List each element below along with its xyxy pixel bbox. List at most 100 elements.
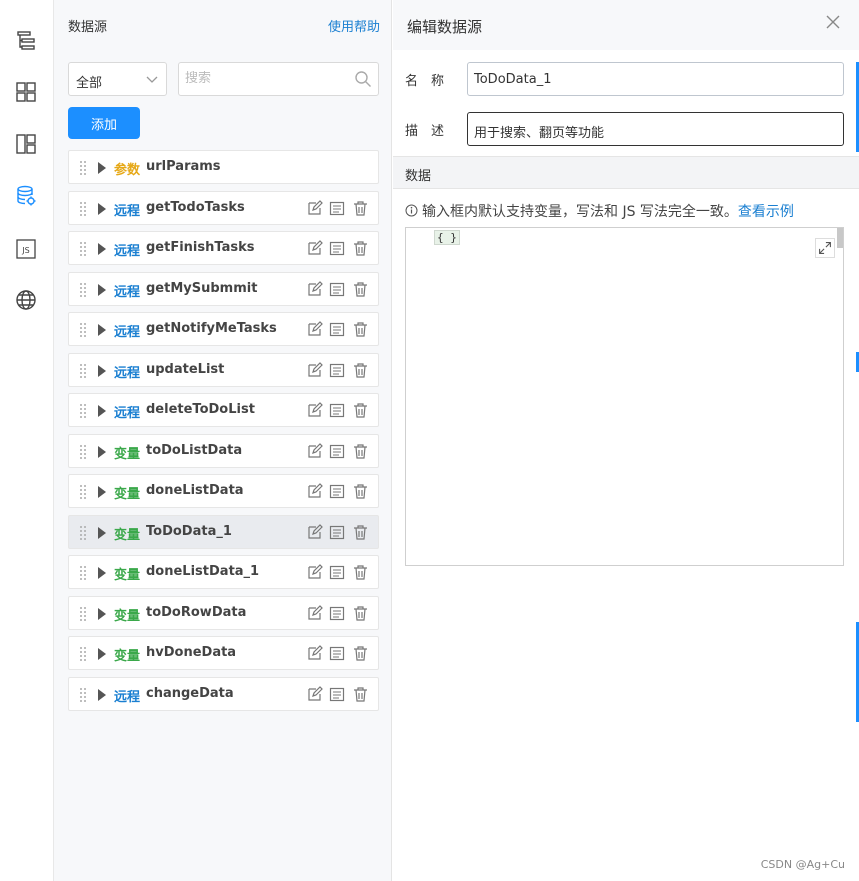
datasource-item[interactable]: 变量 hvDoneData (68, 636, 379, 670)
copy-icon[interactable] (329, 200, 346, 217)
delete-icon[interactable] (352, 321, 369, 338)
copy-icon[interactable] (329, 321, 346, 338)
copy-icon[interactable] (329, 402, 346, 419)
js-icon[interactable]: JS (14, 237, 38, 261)
expand-arrow-icon[interactable] (98, 162, 106, 174)
delete-icon[interactable] (352, 240, 369, 257)
type-filter-select[interactable]: 全部 (68, 62, 167, 96)
delete-icon[interactable] (352, 281, 369, 298)
expand-arrow-icon[interactable] (98, 445, 106, 458)
expand-arrow-icon[interactable] (98, 567, 106, 579)
expand-arrow-icon[interactable] (98, 486, 106, 498)
datasource-item[interactable]: 变量 doneListData_1 (68, 555, 379, 589)
drag-handle-icon[interactable] (79, 201, 87, 217)
edit-icon[interactable] (306, 361, 323, 379)
drag-handle-icon[interactable] (79, 282, 87, 298)
expand-arrow-icon[interactable] (98, 526, 106, 539)
datasource-item[interactable]: 远程 getFinishTasks (68, 231, 379, 265)
layout-icon[interactable] (14, 132, 38, 156)
datasource-item[interactable]: 远程 getNotifyMeTasks (68, 312, 379, 346)
expand-arrow-icon[interactable] (98, 202, 106, 215)
edit-icon[interactable] (306, 280, 323, 298)
copy-icon[interactable] (329, 645, 346, 662)
datasource-item[interactable]: 远程 deleteToDoList (68, 393, 379, 427)
edit-icon[interactable] (306, 685, 323, 703)
edit-icon[interactable] (306, 523, 323, 541)
edit-icon[interactable] (306, 483, 323, 500)
components-icon[interactable] (14, 80, 38, 104)
copy-icon[interactable] (329, 281, 346, 298)
copy-icon[interactable] (329, 686, 346, 703)
drag-handle-icon[interactable] (79, 646, 87, 662)
drag-handle-icon[interactable] (79, 403, 87, 419)
expand-arrow-icon[interactable] (98, 688, 106, 701)
expand-arrow-icon[interactable] (98, 364, 106, 377)
editor-scrollbar[interactable] (837, 228, 843, 248)
edit-icon[interactable] (306, 321, 323, 338)
expand-arrow-icon[interactable] (98, 648, 106, 660)
drag-handle-icon[interactable] (79, 565, 87, 581)
delete-icon[interactable] (352, 443, 369, 460)
datasource-item[interactable]: 变量 toDoListData (68, 433, 379, 468)
delete-icon[interactable] (352, 524, 369, 541)
delete-icon[interactable] (352, 686, 369, 703)
close-icon[interactable] (825, 14, 841, 30)
drag-handle-icon[interactable] (79, 606, 87, 622)
copy-icon[interactable] (329, 524, 346, 541)
description-input[interactable]: 用于搜索、翻页等功能 (467, 112, 844, 146)
delete-icon[interactable] (352, 483, 369, 500)
copy-icon[interactable] (329, 443, 346, 460)
datasource-item[interactable]: 远程 getMySubmmit (68, 271, 379, 306)
expand-arrow-icon[interactable] (98, 243, 106, 255)
datasource-item[interactable]: 远程 changeData (68, 676, 379, 711)
expand-arrow-icon[interactable] (98, 405, 106, 417)
drag-handle-icon[interactable] (79, 241, 87, 257)
edit-icon[interactable] (306, 604, 323, 622)
name-input[interactable]: ToDoData_1 (467, 62, 844, 96)
edit-icon[interactable] (306, 564, 323, 581)
drag-handle-icon[interactable] (79, 687, 87, 703)
delete-icon[interactable] (352, 564, 369, 581)
datasource-item[interactable]: 远程 updateList (68, 352, 379, 387)
item-name: changeData (146, 685, 234, 701)
copy-icon[interactable] (329, 362, 346, 379)
datasource-icon[interactable] (14, 184, 38, 208)
globe-icon[interactable] (14, 288, 38, 312)
expand-icon[interactable] (815, 238, 835, 258)
outline-icon[interactable] (14, 28, 38, 52)
drag-handle-icon[interactable] (79, 484, 87, 500)
copy-icon[interactable] (329, 605, 346, 622)
copy-icon[interactable] (329, 564, 346, 581)
edit-icon[interactable] (306, 199, 323, 217)
search-icon[interactable] (354, 70, 372, 88)
delete-icon[interactable] (352, 362, 369, 379)
edit-icon[interactable] (306, 240, 323, 257)
search-input[interactable] (185, 71, 345, 86)
edit-icon[interactable] (306, 645, 323, 662)
delete-icon[interactable] (352, 605, 369, 622)
datasource-item[interactable]: 变量 doneListData (68, 474, 379, 508)
datasource-item[interactable]: 变量 ToDoData_1 (68, 514, 379, 549)
code-editor[interactable]: { } (405, 227, 844, 566)
copy-icon[interactable] (329, 483, 346, 500)
expand-arrow-icon[interactable] (98, 283, 106, 296)
drag-handle-icon[interactable] (79, 525, 87, 541)
delete-icon[interactable] (352, 402, 369, 419)
drag-handle-icon[interactable] (79, 160, 87, 176)
view-example-link[interactable]: 查看示例 (738, 204, 794, 220)
datasource-item[interactable]: 变量 toDoRowData (68, 595, 379, 630)
datasource-item[interactable]: 远程 getTodoTasks (68, 190, 379, 225)
expand-arrow-icon[interactable] (98, 607, 106, 620)
edit-icon[interactable] (306, 442, 323, 460)
drag-handle-icon[interactable] (79, 444, 87, 460)
add-button[interactable]: 添加 (68, 107, 140, 139)
edit-icon[interactable] (306, 402, 323, 419)
help-link[interactable]: 使用帮助 (328, 16, 380, 35)
expand-arrow-icon[interactable] (98, 324, 106, 336)
copy-icon[interactable] (329, 240, 346, 257)
datasource-item[interactable]: 参数 urlParams (68, 150, 379, 184)
delete-icon[interactable] (352, 200, 369, 217)
drag-handle-icon[interactable] (79, 363, 87, 379)
delete-icon[interactable] (352, 645, 369, 662)
drag-handle-icon[interactable] (79, 322, 87, 338)
